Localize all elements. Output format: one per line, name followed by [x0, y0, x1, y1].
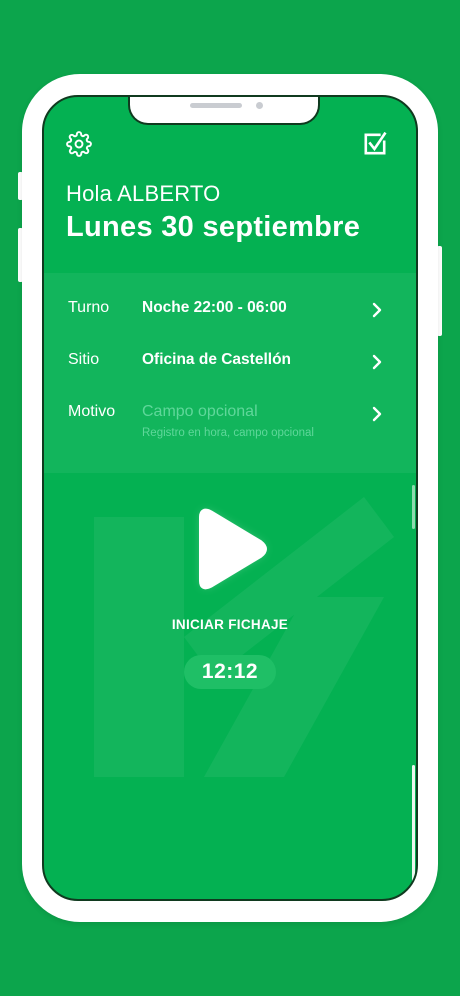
chevron-right-icon: [372, 354, 382, 370]
edit-button[interactable]: [360, 129, 390, 159]
edit-checkbox-icon: [364, 131, 387, 155]
gear-icon: [66, 131, 92, 157]
speaker-grill: [190, 103, 242, 108]
reason-label: Motivo: [68, 403, 116, 420]
play-icon[interactable]: [184, 501, 276, 597]
start-clocking-label[interactable]: INICIAR FICHAJE: [44, 617, 416, 632]
reason-row[interactable]: Motivo Campo opcional Registro en hora, …: [44, 395, 416, 451]
date-title: Lunes 30 septiembre: [66, 211, 361, 243]
phone-notch: [128, 97, 320, 125]
scrollbar-thumb[interactable]: [412, 765, 415, 885]
front-camera: [256, 102, 263, 109]
reason-placeholder: Campo opcional: [142, 403, 258, 420]
app-store-preview: Hola ALBERTO Lunes 30 septiembre Turno N…: [0, 0, 460, 996]
shift-row[interactable]: Turno Noche 22:00 - 06:00: [44, 291, 416, 331]
site-row[interactable]: Sitio Oficina de Castellón: [44, 343, 416, 383]
scrollbar-track-upper[interactable]: [412, 485, 415, 529]
shift-value: Noche 22:00 - 06:00: [142, 299, 287, 316]
chevron-right-icon: [372, 302, 382, 318]
reason-hint: Registro en hora, campo opcional: [142, 427, 314, 439]
shift-label: Turno: [68, 299, 110, 316]
app-screen: Hola ALBERTO Lunes 30 septiembre Turno N…: [42, 95, 418, 901]
chevron-right-icon: [372, 406, 382, 422]
site-label: Sitio: [68, 351, 100, 368]
settings-button[interactable]: [64, 129, 94, 159]
current-time-badge: 12:12: [184, 655, 276, 689]
site-value: Oficina de Castellón: [142, 351, 292, 368]
greeting-text: Hola ALBERTO: [66, 181, 221, 206]
